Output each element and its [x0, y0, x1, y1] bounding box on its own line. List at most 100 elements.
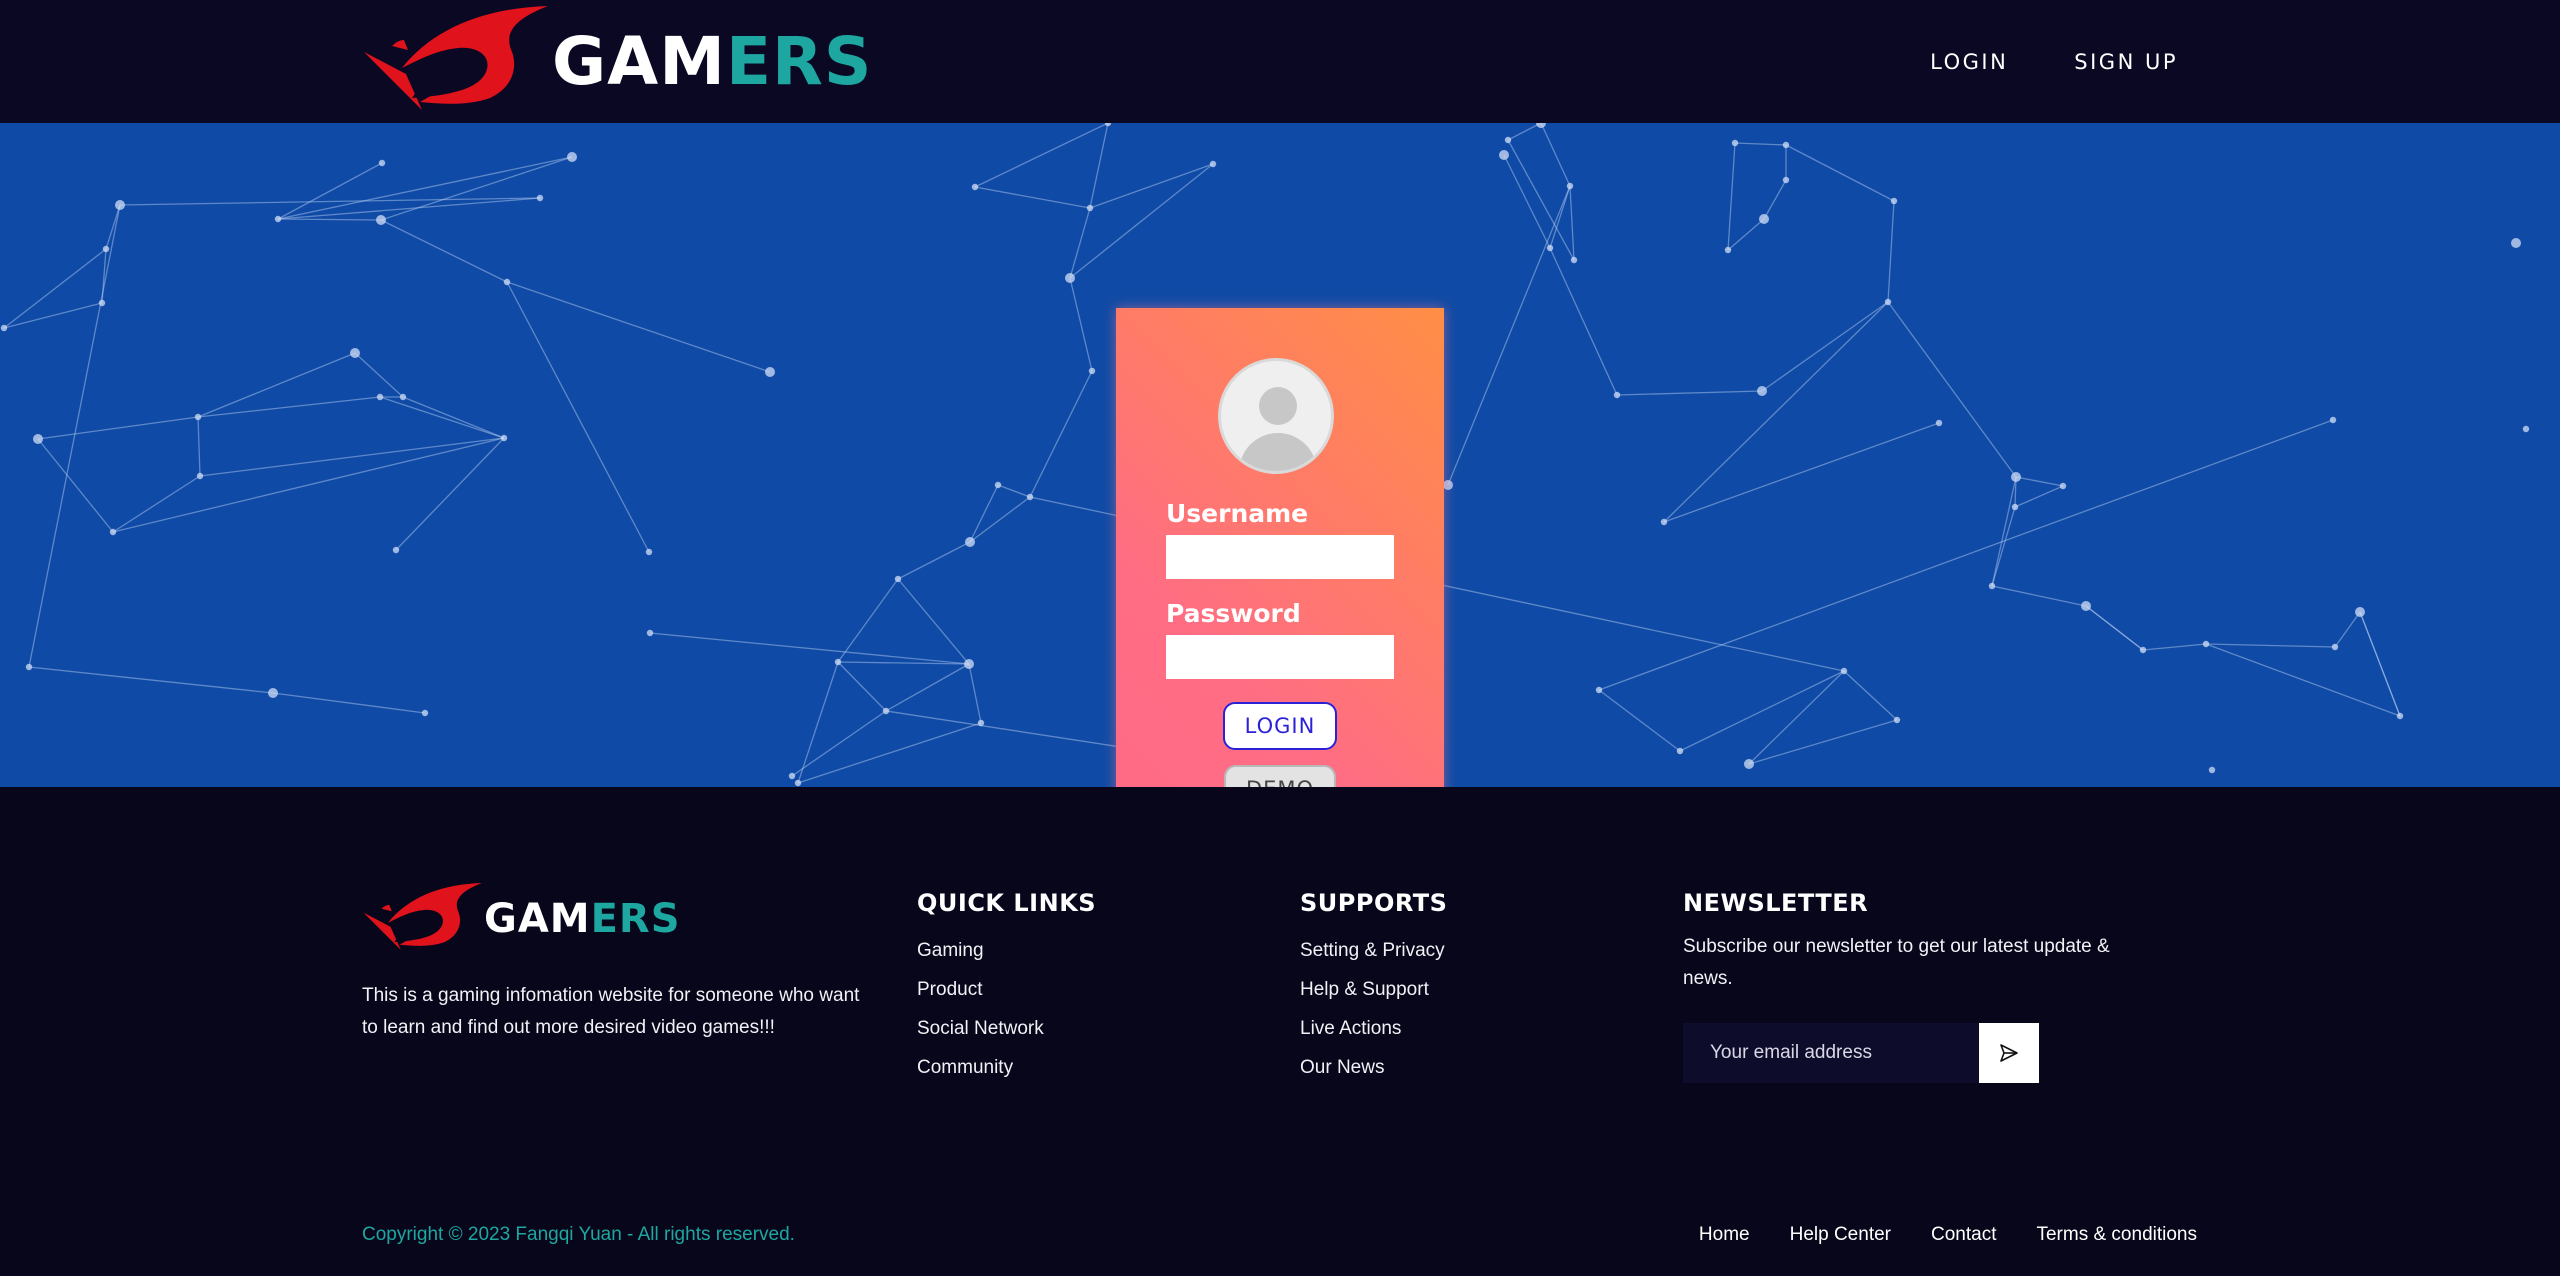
network-node — [268, 688, 278, 698]
footer-link-setting-privacy[interactable]: Setting & Privacy — [1300, 931, 1447, 970]
network-line — [974, 123, 1109, 188]
network-line — [797, 661, 839, 784]
nav-signup-link[interactable]: SIGN UP — [2074, 50, 2178, 74]
network-node — [1759, 214, 1769, 224]
network-node — [834, 658, 842, 666]
bottom-link-help-center[interactable]: Help Center — [1790, 1224, 1891, 1246]
nav-login-link[interactable]: LOGIN — [1930, 50, 2008, 74]
network-line — [3, 302, 103, 329]
bottom-link-home[interactable]: Home — [1699, 1224, 1750, 1246]
network-line — [354, 352, 404, 398]
network-line — [2205, 643, 2401, 717]
network-node — [1504, 136, 1512, 144]
network-node — [646, 629, 654, 637]
send-arrow-icon — [2000, 1044, 2018, 1062]
network-line — [1991, 506, 2016, 587]
network-line — [28, 204, 121, 668]
network-node — [350, 348, 360, 358]
network-line — [402, 396, 505, 439]
copyright-text: Copyright © 2023 Fangqi Yuan - All right… — [362, 1224, 795, 1245]
network-line — [1991, 585, 2087, 607]
network-line — [1727, 142, 1736, 251]
network-node — [645, 548, 653, 556]
site-logo[interactable]: GAMERS — [362, 6, 872, 118]
network-node — [977, 719, 985, 727]
demo-button[interactable]: DEMO — [1224, 765, 1336, 787]
network-line — [1663, 422, 1940, 523]
network-node — [765, 367, 775, 377]
network-line — [1089, 163, 1214, 209]
bottom-link-terms[interactable]: Terms & conditions — [2036, 1224, 2197, 1246]
network-node — [109, 528, 117, 536]
brand-name: GAMERS — [552, 29, 872, 95]
network-line — [380, 156, 573, 221]
network-node — [2355, 607, 2365, 617]
network-node — [2011, 503, 2019, 511]
network-node — [1499, 150, 1509, 160]
network-node — [1209, 160, 1217, 168]
username-input[interactable] — [1166, 535, 1394, 579]
network-node — [567, 152, 577, 162]
rog-eye-icon — [363, 883, 482, 950]
user-avatar-icon — [1218, 358, 1334, 474]
password-input[interactable] — [1166, 635, 1394, 679]
network-node — [1086, 204, 1094, 212]
footer-link-our-news[interactable]: Our News — [1300, 1048, 1447, 1087]
network-line — [837, 661, 887, 712]
network-node — [1104, 123, 1112, 127]
footer-link-gaming[interactable]: Gaming — [917, 931, 1096, 970]
network-node — [392, 546, 400, 554]
footer-logo[interactable]: GAMERS — [362, 883, 681, 955]
network-node — [1570, 256, 1578, 264]
network-node — [1757, 386, 1767, 396]
network-node — [1893, 716, 1901, 724]
footer-link-community[interactable]: Community — [917, 1048, 1096, 1087]
network-node — [115, 200, 125, 210]
footer-link-social-network[interactable]: Social Network — [917, 1009, 1096, 1048]
network-line — [277, 218, 382, 221]
network-line — [1991, 476, 2017, 587]
network-node — [1536, 123, 1546, 128]
site-footer: GAMERS This is a gaming infomation websi… — [0, 787, 2560, 1276]
newsletter-text: Subscribe our newsletter to get our late… — [1683, 936, 2110, 989]
network-node — [794, 779, 802, 787]
header-nav: LOGIN SIGN UP — [1930, 0, 2178, 123]
network-node — [25, 663, 33, 671]
network-line — [1447, 185, 1571, 486]
network-node — [2396, 712, 2404, 720]
supports-title: SUPPORTS — [1300, 889, 1448, 917]
footer-link-live-actions[interactable]: Live Actions — [1300, 1009, 1447, 1048]
network-node — [1782, 176, 1790, 184]
newsletter-send-button[interactable] — [1979, 1023, 2039, 1083]
newsletter-column: NEWSLETTER Subscribe our newsletter to g… — [1683, 889, 2153, 1083]
network-node — [1988, 582, 1996, 590]
network-node — [1935, 419, 1943, 427]
network-line — [1598, 419, 2334, 691]
network-node — [1884, 298, 1892, 306]
network-line — [1503, 154, 1551, 249]
network-line — [1089, 123, 1109, 209]
network-line — [1549, 185, 1571, 249]
network-line — [277, 156, 573, 220]
brand-name-part2: ERS — [725, 23, 873, 100]
network-node — [0, 324, 8, 332]
network-line — [969, 484, 999, 543]
network-node — [965, 537, 975, 547]
login-button[interactable]: LOGIN — [1223, 702, 1337, 750]
network-line — [119, 197, 541, 206]
bottom-link-contact[interactable]: Contact — [1931, 1224, 1996, 1246]
newsletter-email-input[interactable] — [1683, 1023, 1979, 1083]
password-label: Password — [1166, 599, 1301, 628]
network-node — [1595, 686, 1603, 694]
network-line — [112, 475, 201, 533]
network-node — [894, 575, 902, 583]
footer-bottom-links: Home Help Center Contact Terms & conditi… — [1699, 1224, 2197, 1246]
network-line — [2014, 485, 2064, 508]
footer-link-product[interactable]: Product — [917, 970, 1096, 1009]
network-node — [2081, 601, 2091, 611]
network-line — [2015, 476, 2064, 487]
network-line — [1761, 301, 1889, 392]
network-node — [2331, 643, 2339, 651]
network-line — [649, 632, 970, 665]
footer-link-help-support[interactable]: Help & Support — [1300, 970, 1447, 1009]
